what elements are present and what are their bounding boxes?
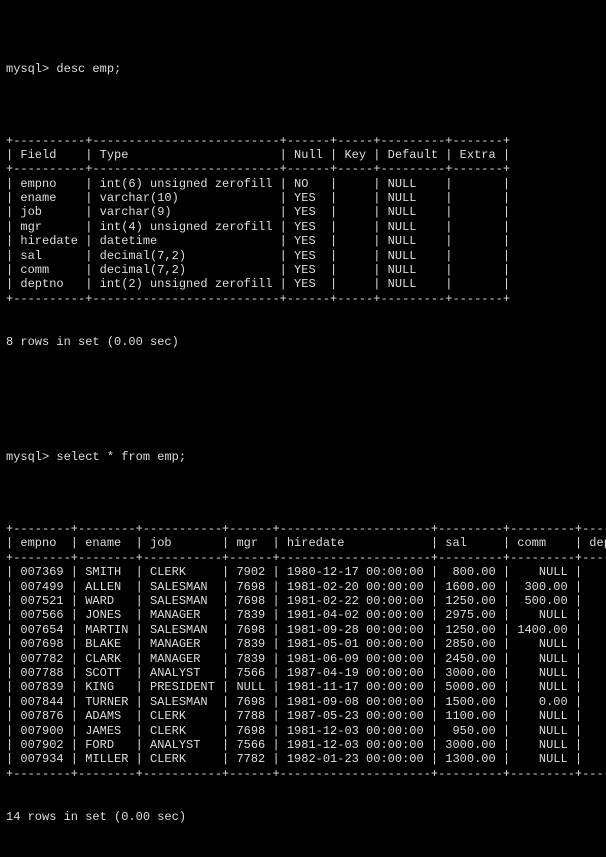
table-header-row: | empno | ename | job | mgr | hiredate |… xyxy=(6,536,600,550)
table-row: | 007698 | BLAKE | MANAGER | 7839 | 1981… xyxy=(6,637,600,651)
prompt-line: mysql> desc emp; xyxy=(6,62,600,76)
table-row: | 007902 | FORD | ANALYST | 7566 | 1981-… xyxy=(6,738,600,752)
table-row: | job | varchar(9) | YES | | NULL | | xyxy=(6,205,600,219)
prompt: mysql> xyxy=(6,62,49,76)
table-row: | comm | decimal(7,2) | YES | | NULL | | xyxy=(6,263,600,277)
table-row: | hiredate | datetime | YES | | NULL | | xyxy=(6,234,600,248)
table-separator: +----------+--------------------------+-… xyxy=(6,292,600,306)
table-header-row: | Field | Type | Null | Key | Default | … xyxy=(6,148,600,162)
table-row: | ename | varchar(10) | YES | | NULL | | xyxy=(6,191,600,205)
desc-table: +----------+--------------------------+-… xyxy=(6,134,600,307)
select-table: +--------+--------+-----------+------+--… xyxy=(6,522,600,781)
table-row: | 007876 | ADAMS | CLERK | 7788 | 1987-0… xyxy=(6,709,600,723)
table-row: | mgr | int(4) unsigned zerofill | YES |… xyxy=(6,220,600,234)
table-separator: +----------+--------------------------+-… xyxy=(6,134,600,148)
table-row: | 007566 | JONES | MANAGER | 7839 | 1981… xyxy=(6,608,600,622)
table-row: | 007499 | ALLEN | SALESMAN | 7698 | 198… xyxy=(6,580,600,594)
select-footer: 14 rows in set (0.00 sec) xyxy=(6,810,600,824)
table-row: | 007900 | JAMES | CLERK | 7698 | 1981-1… xyxy=(6,724,600,738)
table-row: | 007654 | MARTIN | SALESMAN | 7698 | 19… xyxy=(6,623,600,637)
command-select: select * from emp; xyxy=(56,450,186,464)
table-row: | 007844 | TURNER | SALESMAN | 7698 | 19… xyxy=(6,695,600,709)
table-row: | 007934 | MILLER | CLERK | 7782 | 1982-… xyxy=(6,752,600,766)
command-desc: desc emp; xyxy=(56,62,121,76)
blank-line xyxy=(6,378,600,392)
table-separator: +--------+--------+-----------+------+--… xyxy=(6,522,600,536)
table-separator: +--------+--------+-----------+------+--… xyxy=(6,767,600,781)
table-row: | 007782 | CLARK | MANAGER | 7839 | 1981… xyxy=(6,652,600,666)
desc-footer: 8 rows in set (0.00 sec) xyxy=(6,335,600,349)
table-row: | 007839 | KING | PRESIDENT | NULL | 198… xyxy=(6,680,600,694)
table-separator: +----------+--------------------------+-… xyxy=(6,162,600,176)
table-row: | 007369 | SMITH | CLERK | 7902 | 1980-1… xyxy=(6,565,600,579)
table-row: | 007521 | WARD | SALESMAN | 7698 | 1981… xyxy=(6,594,600,608)
table-row: | deptno | int(2) unsigned zerofill | YE… xyxy=(6,277,600,291)
table-row: | 007788 | SCOTT | ANALYST | 7566 | 1987… xyxy=(6,666,600,680)
prompt: mysql> xyxy=(6,450,49,464)
table-row: | sal | decimal(7,2) | YES | | NULL | | xyxy=(6,249,600,263)
table-row: | empno | int(6) unsigned zerofill | NO … xyxy=(6,177,600,191)
prompt-line: mysql> select * from emp; xyxy=(6,450,600,464)
table-separator: +--------+--------+-----------+------+--… xyxy=(6,551,600,565)
terminal[interactable]: mysql> desc emp; +----------+-----------… xyxy=(0,0,606,857)
